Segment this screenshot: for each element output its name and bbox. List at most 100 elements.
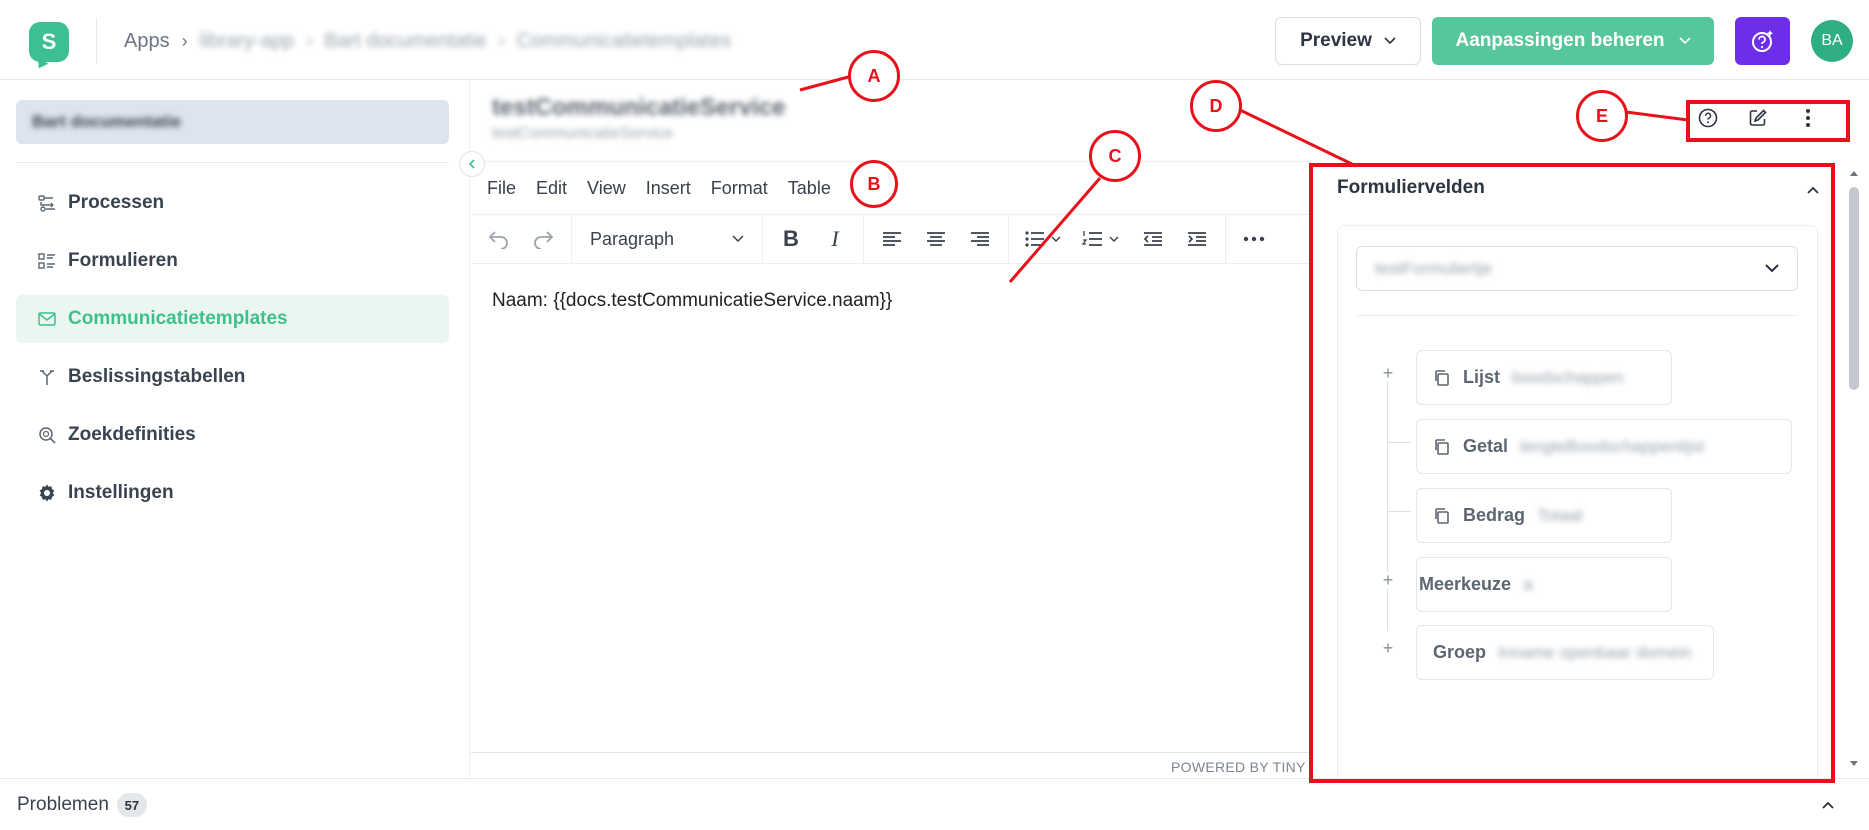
align-right-button[interactable] — [962, 221, 998, 257]
menu-file[interactable]: File — [487, 178, 516, 199]
problems-toggle[interactable]: Problemen 57 — [17, 793, 147, 817]
undo-button[interactable] — [481, 221, 517, 257]
field-type: Meerkeuze — [1419, 574, 1512, 594]
sidebar-item-zoekdefinities[interactable]: Zoekdefinities — [16, 411, 449, 459]
top-bar: S Apps › library-app › Bart documentatie… — [0, 0, 1869, 80]
project-selector[interactable]: Bart documentatie — [16, 100, 449, 144]
question-circle-icon — [1698, 108, 1718, 128]
expand-problems-button[interactable] — [1818, 795, 1838, 815]
field-item[interactable]: Meerkeuze a — [1416, 557, 1672, 612]
align-center-icon — [927, 232, 945, 246]
sidebar-item-formulieren[interactable]: Formulieren — [16, 237, 449, 285]
logo-letter: S — [41, 29, 57, 54]
page-subtitle: testCommunicatieService — [492, 125, 674, 142]
redo-button[interactable] — [525, 221, 561, 257]
chevron-down-icon — [1384, 37, 1396, 45]
sidebar: Bart documentatie Processen Formulieren … — [0, 80, 470, 778]
edit-icon — [1749, 109, 1767, 126]
edit-button[interactable] — [1744, 104, 1772, 132]
menu-insert[interactable]: Insert — [646, 178, 691, 199]
outdent-button[interactable] — [1135, 221, 1171, 257]
menu-format[interactable]: Format — [711, 178, 768, 199]
user-avatar[interactable]: BA — [1811, 20, 1853, 62]
bold-icon: B — [783, 226, 799, 251]
copy-icon — [1435, 369, 1449, 386]
sidebar-divider — [16, 162, 449, 163]
numbered-list-button[interactable] — [1077, 221, 1127, 257]
align-center-button[interactable] — [918, 221, 954, 257]
editor-toolbar: Paragraph B I — [471, 214, 1311, 264]
editor-content[interactable]: Naam: {{docs.testCommunicatieService.naa… — [492, 290, 892, 312]
chevron-left-icon — [468, 159, 475, 169]
scrollbar-thumb[interactable] — [1849, 187, 1859, 390]
more-toolbar-button[interactable] — [1236, 221, 1272, 257]
header-actions — [1694, 104, 1822, 132]
expand-icon[interactable]: + — [1380, 570, 1396, 590]
sidebar-item-label: Processen — [68, 192, 165, 213]
expand-icon[interactable]: + — [1380, 638, 1396, 658]
block-format-select[interactable]: Paragraph — [582, 221, 752, 257]
form-fields-card: testFormuliertje + Lijst boodschappen Ge… — [1337, 225, 1818, 778]
field-item[interactable]: Getal lengteBoodschappenlijst — [1416, 419, 1792, 474]
help-button[interactable] — [1694, 104, 1722, 132]
breadcrumb-app[interactable]: library-app — [200, 30, 294, 53]
menu-view[interactable]: View — [587, 178, 626, 199]
app-logo[interactable]: S — [29, 22, 69, 62]
kebab-menu-icon — [1806, 109, 1810, 127]
form-select[interactable]: testFormuliertje — [1356, 246, 1798, 291]
field-name: Totaal — [1537, 505, 1583, 525]
sidebar-nav: Processen Formulieren Communicatietempla… — [16, 179, 449, 527]
more-options-button[interactable] — [1794, 104, 1822, 132]
align-left-icon — [883, 232, 901, 246]
sidebar-item-label: Communicatietemplates — [68, 308, 288, 329]
annotation-marker-c: C — [1089, 130, 1141, 182]
scroll-down-icon — [1850, 761, 1858, 766]
copy-icon — [1435, 438, 1449, 455]
chevron-down-icon — [1765, 264, 1779, 273]
panel-collapse-button[interactable] — [1802, 179, 1824, 201]
preview-button[interactable]: Preview — [1275, 17, 1421, 65]
field-item[interactable]: Groep Inname openbaar domein — [1416, 625, 1714, 680]
sidebar-item-instellingen[interactable]: Instellingen — [16, 469, 449, 517]
breadcrumb-apps[interactable]: Apps — [124, 30, 170, 53]
powered-by-link[interactable]: POWERED BY TINY — [1171, 759, 1306, 775]
breadcrumb: Apps › library-app › Bart documentatie ›… — [124, 30, 731, 53]
text-style-group: B I — [763, 214, 864, 264]
menu-edit[interactable]: Edit — [536, 178, 567, 199]
bullet-list-button[interactable] — [1019, 221, 1069, 257]
panel-title: Formuliervelden — [1337, 177, 1485, 198]
breadcrumb-separator: › — [306, 31, 313, 51]
field-item[interactable]: Lijst boodschappen — [1416, 350, 1672, 405]
chevron-down-icon — [1678, 37, 1691, 45]
sidebar-item-label: Beslissingstabellen — [68, 366, 246, 387]
collapse-sidebar-button[interactable] — [459, 151, 485, 177]
menu-table[interactable]: Table — [788, 178, 831, 199]
panel-scrollbar[interactable] — [1845, 165, 1863, 777]
manage-changes-button[interactable]: Aanpassingen beheren — [1432, 17, 1714, 65]
annotation-line-d — [1239, 108, 1357, 168]
breadcrumb-current: Communicatietemplates — [516, 30, 731, 52]
align-left-button[interactable] — [874, 221, 910, 257]
breadcrumb-project[interactable]: Bart documentatie — [324, 30, 486, 53]
card-divider — [1356, 315, 1798, 316]
italic-icon: I — [831, 226, 839, 251]
mail-icon — [36, 308, 58, 330]
sidebar-item-beslissingstabellen[interactable]: Beslissingstabellen — [16, 353, 449, 401]
field-name: boodschappen — [1512, 367, 1624, 387]
bold-button[interactable]: B — [773, 221, 809, 257]
block-format-group: Paragraph — [572, 214, 763, 264]
field-type: Getal — [1463, 436, 1509, 456]
field-item[interactable]: Bedrag Totaal — [1416, 488, 1672, 543]
sidebar-item-communicatietemplates[interactable]: Communicatietemplates — [16, 295, 449, 343]
field-type: Groep — [1433, 642, 1487, 662]
project-name: Bart documentatie — [32, 112, 182, 131]
sidebar-item-processen[interactable]: Processen — [16, 179, 449, 227]
ai-help-icon — [1751, 30, 1773, 52]
indent-button[interactable] — [1179, 221, 1215, 257]
annotation-marker-e: E — [1576, 90, 1628, 142]
ai-assistant-button[interactable] — [1735, 17, 1790, 65]
italic-button[interactable]: I — [817, 221, 853, 257]
expand-icon[interactable]: + — [1380, 363, 1396, 383]
topbar-divider — [96, 18, 97, 64]
undo-icon — [488, 231, 508, 249]
